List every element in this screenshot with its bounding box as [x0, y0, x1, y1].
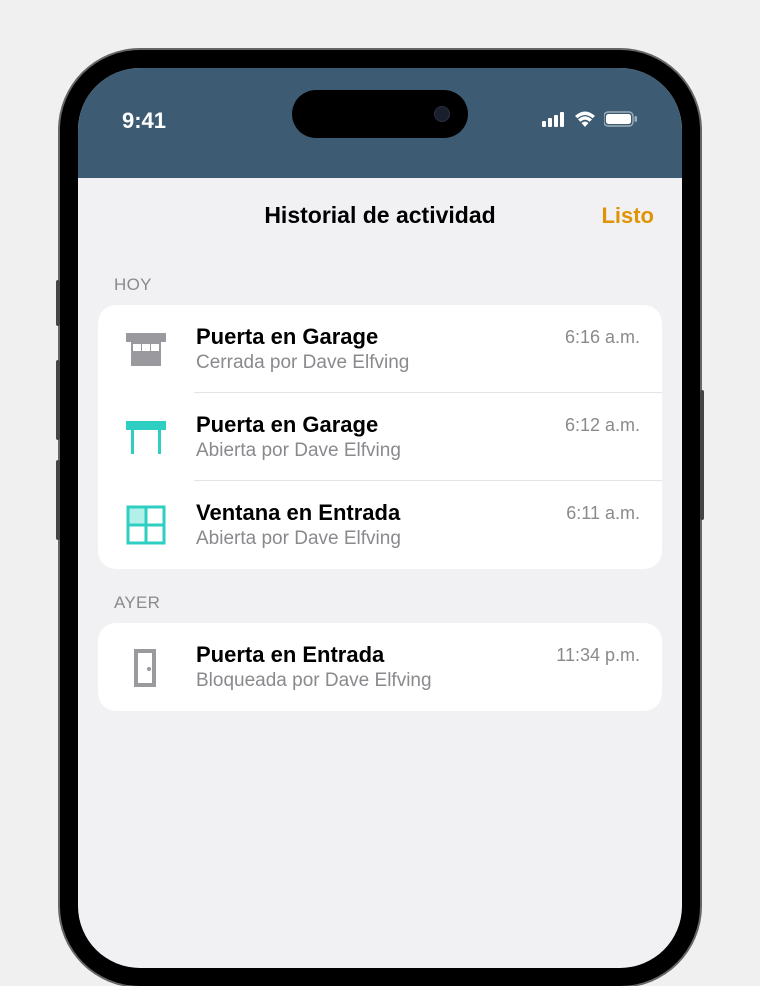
nav-header: Historial de actividad Listo: [78, 178, 682, 251]
cellular-icon: [542, 111, 566, 132]
today-card: Puerta en Garage Cerrada por Dave Elfvin…: [98, 305, 662, 569]
page-title: Historial de actividad: [264, 202, 495, 229]
item-time: 11:34 p.m.: [556, 645, 640, 666]
item-body: Puerta en Garage Cerrada por Dave Elfvin…: [196, 324, 541, 374]
item-body: Ventana en Entrada Abierta por Dave Elfv…: [196, 500, 542, 550]
wifi-icon: [574, 111, 596, 132]
item-time: 6:12 a.m.: [565, 415, 640, 436]
door-locked-icon: [120, 641, 172, 693]
yesterday-card: Puerta en Entrada Bloqueada por Dave Elf…: [98, 623, 662, 711]
battery-icon: [604, 111, 638, 132]
phone-frame: 9:41 Historial de actividad Listo: [60, 50, 700, 986]
side-button: [56, 460, 60, 540]
screen: 9:41 Historial de actividad Listo: [78, 68, 682, 968]
activity-item[interactable]: Puerta en Entrada Bloqueada por Dave Elf…: [98, 623, 662, 711]
item-time: 6:11 a.m.: [566, 503, 640, 524]
item-body: Puerta en Entrada Bloqueada por Dave Elf…: [196, 642, 532, 692]
section-header-today: HOY: [78, 251, 682, 305]
item-subtitle: Cerrada por Dave Elfving: [196, 352, 541, 374]
item-subtitle: Abierta por Dave Elfving: [196, 440, 541, 462]
item-title: Ventana en Entrada: [196, 500, 542, 526]
side-button: [56, 360, 60, 440]
status-icons: [518, 111, 638, 132]
item-time: 6:16 a.m.: [565, 327, 640, 348]
done-button[interactable]: Listo: [601, 203, 654, 229]
activity-item[interactable]: Puerta en Garage Abierta por Dave Elfvin…: [98, 393, 662, 481]
side-button: [700, 390, 704, 520]
item-title: Puerta en Garage: [196, 412, 541, 438]
section-header-yesterday: AYER: [78, 569, 682, 623]
side-button: [56, 280, 60, 326]
item-title: Puerta en Entrada: [196, 642, 532, 668]
item-body: Puerta en Garage Abierta por Dave Elfvin…: [196, 412, 541, 462]
item-subtitle: Bloqueada por Dave Elfving: [196, 670, 532, 692]
activity-item[interactable]: Ventana en Entrada Abierta por Dave Elfv…: [98, 481, 662, 569]
activity-item[interactable]: Puerta en Garage Cerrada por Dave Elfvin…: [98, 305, 662, 393]
garage-closed-icon: [120, 323, 172, 375]
item-title: Puerta en Garage: [196, 324, 541, 350]
status-time: 9:41: [122, 108, 242, 134]
camera-dot: [434, 106, 450, 122]
dynamic-island: [292, 90, 468, 138]
item-subtitle: Abierta por Dave Elfving: [196, 528, 542, 550]
garage-open-icon: [120, 411, 172, 463]
window-open-icon: [120, 499, 172, 551]
